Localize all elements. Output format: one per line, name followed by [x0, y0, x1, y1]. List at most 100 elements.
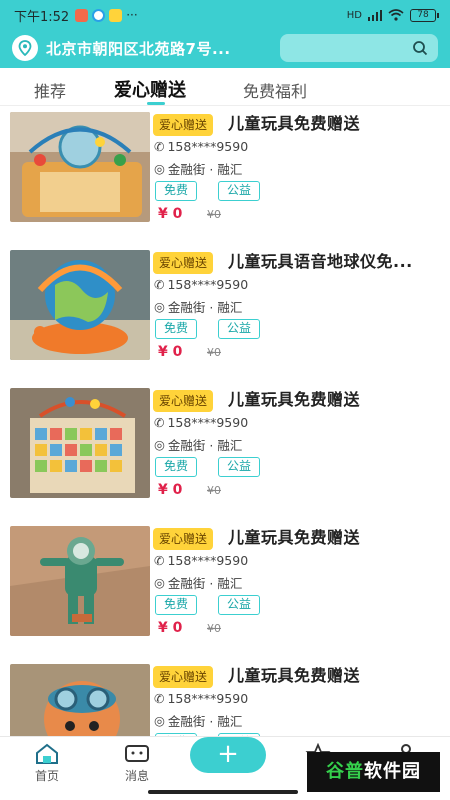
phone-text: 158****9590 [167, 415, 249, 430]
location-icon: ◎ [154, 299, 165, 314]
item-price: ¥ 0 [158, 482, 183, 498]
place-text: 金融街 · 融汇 [167, 576, 243, 591]
category-tag: 爱心赠送 [153, 114, 214, 136]
location-icon: ◎ [154, 161, 165, 176]
charity-badge: 公益 [218, 319, 261, 339]
phone-icon: ✆ [154, 139, 165, 154]
tab-love-gift[interactable]: 爱心赠送 [114, 76, 186, 102]
item-image[interactable] [10, 250, 150, 360]
item-title[interactable]: 儿童玩具免费赠送 [228, 662, 438, 686]
tab-recommend[interactable]: 推荐 [34, 78, 66, 102]
original-price: ¥0 [207, 622, 221, 635]
notification-app-icon [109, 8, 123, 22]
home-icon [36, 743, 58, 764]
nav-message[interactable]: 消息 [107, 743, 167, 784]
item-image[interactable] [10, 112, 150, 222]
watermark-logo: 谷普软件园 [307, 752, 440, 792]
search-box[interactable] [280, 34, 438, 62]
active-tab-indicator [147, 102, 165, 105]
place-text: 金融街 · 融汇 [167, 300, 243, 315]
publish-button[interactable]: + [190, 737, 266, 773]
nav-message-label: 消息 [124, 769, 149, 783]
wifi-icon [388, 9, 404, 21]
list-item[interactable]: 爱心赠送 儿童玩具免费赠送 ✆158****9590 ◎金融街 · 融汇 免费 … [0, 658, 450, 736]
notification-icons: ··· [75, 8, 138, 22]
item-title[interactable]: 儿童玩具免费赠送 [228, 386, 438, 410]
location-text[interactable]: 北京市朝阳区北苑路7号... [46, 38, 266, 59]
list-item[interactable]: 爱心赠送 儿童玩具免费赠送 ✆158****9590 ◎金融街 · 融汇 免费 … [0, 520, 450, 650]
app-screen: 下午1:52 ··· HD 78 北京市朝阳区北苑路7号... 推荐 爱心赠送 … [0, 0, 450, 800]
nav-home[interactable]: 首页 [17, 743, 77, 784]
charity-badge: 公益 [218, 181, 261, 201]
list-item[interactable]: 爱心赠送 儿童玩具免费赠送 ✆158****9590 ◎金融街 · 融汇 免费 … [0, 106, 450, 236]
free-badge: 免费 [155, 319, 198, 339]
location-icon: ◎ [154, 713, 165, 728]
item-image[interactable] [10, 388, 150, 498]
place-text: 金融街 · 融汇 [167, 438, 243, 453]
free-badge: 免费 [155, 457, 198, 477]
phone-text: 158****9590 [167, 139, 249, 154]
item-place: ◎ 金融街 · 融汇 [154, 711, 242, 730]
item-image[interactable] [10, 664, 150, 736]
item-title[interactable]: 儿童玩具语音地球仪免... [228, 248, 438, 272]
place-text: 金融街 · 融汇 [167, 714, 243, 729]
item-price: ¥ 0 [158, 206, 183, 222]
item-list: 爱心赠送 儿童玩具免费赠送 ✆ 158****9590 ◎ 金融街 · 融汇 免费 … [0, 106, 450, 736]
location-icon: ◎ [154, 575, 165, 590]
original-price: ¥0 [207, 208, 221, 221]
phone-icon: ✆ [154, 277, 165, 292]
search-icon[interactable] [412, 40, 428, 56]
free-badge: 免费 [155, 595, 198, 615]
phone-icon: ✆ [154, 691, 165, 706]
hd-label: HD [346, 9, 362, 21]
header: 下午1:52 ··· HD 78 北京市朝阳区北苑路7号... [0, 0, 450, 68]
more-icon: ··· [126, 8, 138, 22]
status-bar: 下午1:52 ··· HD 78 [0, 0, 450, 30]
original-price: ¥0 [207, 346, 221, 359]
category-tag: 爱心赠送 [153, 528, 214, 550]
item-phone: ✆ 158****9590 [154, 415, 248, 430]
item-title[interactable]: 儿童玩具免费赠送 [228, 110, 438, 134]
category-tag: 爱心赠送 [153, 390, 214, 412]
original-price: ¥0 [207, 484, 221, 497]
status-time: 下午1:52 [14, 9, 70, 25]
tab-free-welfare[interactable]: 免费福利 [243, 78, 307, 102]
gesture-bar [148, 790, 298, 794]
item-title[interactable]: 儿童玩具免费赠送 [228, 524, 438, 548]
phone-text: 158****9590 [167, 553, 249, 568]
item-phone: ✆ 158****9590 [154, 553, 248, 568]
notification-app-icon [92, 8, 106, 22]
item-price: ¥ 0 [158, 344, 183, 360]
message-icon [125, 745, 149, 762]
item-price: ¥ 0 [158, 620, 183, 636]
category-tag: 爱心赠送 [153, 252, 214, 274]
phone-icon: ✆ [154, 415, 165, 430]
nav-home-label: 首页 [34, 769, 59, 783]
free-badge: 免费 [155, 181, 198, 201]
category-tabs: 推荐 爱心赠送 免费福利 [0, 68, 450, 106]
phone-icon: ✆ [154, 553, 165, 568]
item-image[interactable] [10, 526, 150, 636]
notification-app-icon [75, 8, 89, 22]
item-place: ◎ 金融街 · 融汇 [154, 159, 242, 178]
item-place: ◎ 金融街 · 融汇 [154, 435, 242, 454]
location-icon: ◎ [154, 437, 165, 452]
item-place: ◎ 金融街 · 融汇 [154, 573, 242, 592]
category-tag: 爱心赠送 [153, 666, 214, 688]
list-item[interactable]: 爱心赠送 儿童玩具免费赠送 ✆158****9590 ◎金融街 · 融汇 免费 … [0, 382, 450, 512]
item-place: ◎ 金融街 · 融汇 [154, 297, 242, 316]
signal-icon [368, 9, 382, 21]
watermark-text-b: 软件园 [364, 761, 421, 782]
status-right: HD 78 [346, 8, 439, 22]
item-phone: ✆ 158****9590 [154, 691, 248, 706]
list-item[interactable]: 爱心赠送 儿童玩具语音地球仪免... ✆ 158****9590 ◎ 金融街 · 融… [0, 244, 450, 374]
charity-badge: 公益 [218, 595, 261, 615]
battery-icon: 78 [410, 8, 439, 22]
location-pin-icon[interactable] [12, 35, 38, 61]
item-phone: ✆ 158****9590 [154, 277, 248, 292]
phone-text: 158****9590 [167, 277, 249, 292]
charity-badge: 公益 [218, 457, 261, 477]
phone-text: 158****9590 [167, 691, 249, 706]
watermark-text-a: 谷普 [326, 761, 364, 782]
item-phone: ✆ 158****9590 [154, 139, 248, 154]
